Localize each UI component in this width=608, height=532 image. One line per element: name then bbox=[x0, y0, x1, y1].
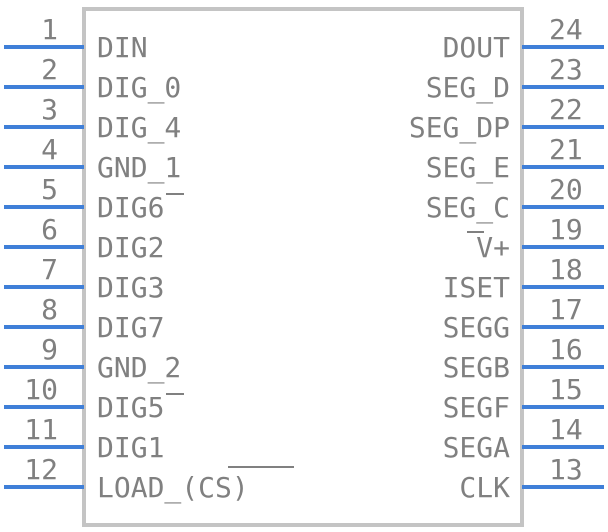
pin-label-dig3: DIG3 bbox=[97, 271, 164, 304]
pin-1-number: 1 bbox=[41, 13, 58, 46]
pin-7-number: 7 bbox=[41, 253, 58, 286]
pin-label-segf: SEGF bbox=[443, 391, 510, 424]
pin-8-number: 8 bbox=[41, 293, 58, 326]
left-pin-column: 1 DIN 2 DIG_0 3 DIG_4 4 GND_1 5 DIG6 6 DIG2 7 DIG3 8 DI… bbox=[4, 13, 249, 505]
pin-11-number: 11 bbox=[24, 413, 58, 446]
pin-22-number: 22 bbox=[549, 93, 583, 126]
pin-label-seg-dp: SEG_DP bbox=[409, 111, 510, 145]
pin-label-seg-e: SEG_E bbox=[426, 151, 510, 185]
pin-label-v: V+ bbox=[476, 231, 510, 264]
pin-19-number: 19 bbox=[549, 213, 583, 246]
overbar-marks bbox=[166, 193, 484, 468]
pin-label-load-cs: LOAD_(CS) bbox=[97, 471, 249, 505]
ic-schematic-symbol: 1 DIN 2 DIG_0 3 DIG_4 4 GND_1 5 DIG6 6 DIG2 7 DIG3 8 DI… bbox=[4, 7, 604, 527]
pin-label-seg-c: SEG_C bbox=[426, 191, 510, 225]
pin-label-sega: SEGA bbox=[443, 431, 511, 464]
pin-10-number: 10 bbox=[24, 373, 58, 406]
pin-4-number: 4 bbox=[41, 133, 58, 166]
pin-label-seg-d: SEG_D bbox=[426, 71, 510, 105]
pin-2-number: 2 bbox=[41, 53, 58, 86]
pin-label-dig7: DIG7 bbox=[97, 311, 164, 344]
pin-label-dig5: DIG5 bbox=[97, 391, 164, 424]
pin-6-number: 6 bbox=[41, 213, 58, 246]
pin-23-number: 23 bbox=[549, 53, 583, 86]
pin-label-segg: SEGG bbox=[443, 311, 510, 344]
pin-label-gnd-2: GND_2 bbox=[97, 351, 181, 385]
pin-label-dout: DOUT bbox=[443, 31, 511, 64]
pin-label-gnd-1: GND_1 bbox=[97, 151, 181, 185]
pin-label-dig-0: DIG_0 bbox=[97, 71, 181, 105]
pin-label-iset: ISET bbox=[443, 271, 511, 304]
pin-12-number: 12 bbox=[24, 453, 58, 486]
pin-5-number: 5 bbox=[41, 173, 58, 206]
pin-24-number: 24 bbox=[549, 13, 583, 46]
pin-17-number: 17 bbox=[549, 293, 583, 326]
pin-label-dig2: DIG2 bbox=[97, 231, 164, 264]
pin-3-number: 3 bbox=[41, 93, 58, 126]
pin-13-number: 13 bbox=[549, 453, 583, 486]
pin-label-dig6: DIG6 bbox=[97, 191, 164, 224]
pin-18-number: 18 bbox=[549, 253, 583, 286]
pin-16-number: 16 bbox=[549, 333, 583, 366]
pin-label-din: DIN bbox=[97, 31, 148, 64]
pin-label-dig-4: DIG_4 bbox=[97, 111, 181, 145]
pin-label-clk: CLK bbox=[459, 471, 510, 504]
pin-14-number: 14 bbox=[549, 413, 583, 446]
pin-15-number: 15 bbox=[549, 373, 583, 406]
pin-label-dig1: DIG1 bbox=[97, 431, 164, 464]
right-pin-column: 24 DOUT 23 SEG_D 22 SEG_DP 21 SEG_E 20 SEG_C 19 V+ 1… bbox=[409, 13, 604, 504]
pin-21-number: 21 bbox=[549, 133, 583, 166]
pin-label-segb: SEGB bbox=[443, 351, 510, 384]
pin-9-number: 9 bbox=[41, 333, 58, 366]
pin-20-number: 20 bbox=[549, 173, 583, 206]
